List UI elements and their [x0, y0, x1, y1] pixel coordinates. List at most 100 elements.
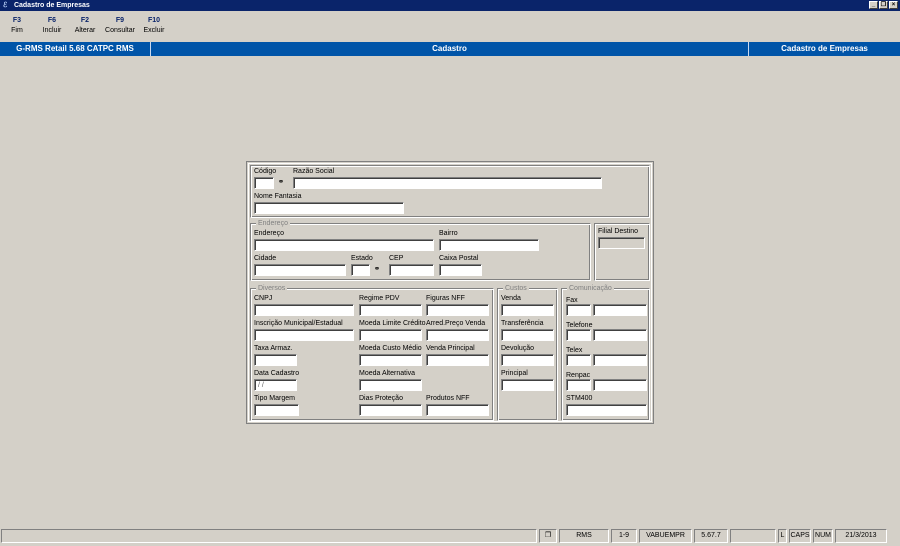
status-message: [1, 529, 537, 543]
fim-button[interactable]: F3 Fim: [8, 16, 26, 36]
alterar-button[interactable]: F2 Alterar: [73, 16, 97, 36]
moeda-limite-input[interactable]: [359, 329, 422, 341]
cep-input[interactable]: [389, 264, 434, 276]
arred-preco-input[interactable]: [426, 329, 489, 341]
close-icon[interactable]: ×: [889, 1, 898, 9]
excluir-button[interactable]: F10 Excluir: [142, 16, 166, 36]
taxa-armaz-input[interactable]: [254, 354, 297, 366]
excluir-key: F10: [147, 17, 161, 24]
consultar-label: Consultar: [105, 27, 135, 34]
endereco-input[interactable]: [254, 239, 434, 251]
incluir-button[interactable]: F6 Incluir: [40, 16, 64, 36]
produtos-nff-input[interactable]: [426, 404, 489, 416]
tipo-margem-label: Tipo Margem: [254, 395, 295, 402]
consultar-key: F9: [115, 17, 125, 24]
devolucao-label: Devolução: [501, 345, 535, 352]
function-key-toolbar: F3 Fim F6 Incluir F2 Alterar F9 Consulta…: [0, 12, 900, 40]
venda-input[interactable]: [501, 304, 554, 316]
inscricao-input[interactable]: [254, 329, 354, 341]
produtos-nff-label: Produtos NFF: [426, 395, 470, 402]
cnpj-label: CNPJ: [254, 295, 273, 302]
status-version: 5.67.7: [694, 529, 728, 543]
figuras-nff-label: Figuras NFF: [426, 295, 465, 302]
caixa-postal-input[interactable]: [439, 264, 482, 276]
stm400-label: STM400: [566, 395, 593, 402]
arred-preco-label: Arred.Preço Venda: [426, 320, 486, 327]
taxa-armaz-label: Taxa Armaz.: [254, 345, 293, 352]
fax-input[interactable]: [593, 304, 647, 316]
status-program: VABUEMPR: [639, 529, 692, 543]
data-cadastro-label: Data Cadastro: [254, 370, 300, 377]
comunicacao-group-legend: Comunicação: [567, 284, 614, 293]
cidade-input[interactable]: [254, 264, 346, 276]
regime-pdv-input[interactable]: [359, 304, 422, 316]
razao-social-input[interactable]: [293, 177, 602, 189]
telefone-ddd-input[interactable]: [566, 329, 591, 341]
venda-label: Venda: [501, 295, 521, 302]
nome-fantasia-input[interactable]: [254, 202, 404, 214]
data-cadastro-input[interactable]: / /: [254, 379, 297, 391]
razao-social-label: Razão Social: [293, 168, 335, 175]
renpac-ddd-input[interactable]: [566, 379, 591, 391]
title-bar: ℰ Cadastro de Empresas _ ❐ ×: [0, 0, 900, 11]
venda-principal-input[interactable]: [426, 354, 489, 366]
devolucao-input[interactable]: [501, 354, 554, 366]
filial-destino-input[interactable]: [598, 237, 645, 249]
window-controls: _ ❐ ×: [869, 1, 898, 9]
status-blank: [730, 529, 776, 543]
fax-ddd-input[interactable]: [566, 304, 591, 316]
dias-protecao-label: Dias Proteção: [359, 395, 403, 402]
bairro-input[interactable]: [439, 239, 539, 251]
diversos-group-legend: Diversos: [256, 284, 288, 293]
restore-icon[interactable]: ❐: [879, 1, 888, 9]
estado-input[interactable]: [351, 264, 370, 276]
codigo-input[interactable]: [254, 177, 274, 189]
estado-lookup-icon[interactable]: ⚭: [370, 264, 384, 276]
principal-label: Principal: [501, 370, 528, 377]
inscricao-label: Inscrição Municipal/Estadual: [254, 320, 343, 327]
estado-label: Estado: [351, 255, 373, 262]
endereco-group-legend: Endereço: [256, 219, 290, 228]
moeda-alternativa-label: Moeda Alternativa: [359, 370, 416, 377]
moeda-alternativa-input[interactable]: [359, 379, 422, 391]
status-range: 1-9: [611, 529, 637, 543]
status-bar: ❐ RMS 1-9 VABUEMPR 5.67.7 L CAPS NUM 21/…: [0, 529, 900, 544]
incluir-key: F6: [47, 17, 57, 24]
moeda-limite-label: Moeda Limite Crédito: [359, 320, 426, 327]
screen-title: Cadastro de Empresas: [781, 44, 868, 53]
telex-ddd-input[interactable]: [566, 354, 591, 366]
status-l: L: [778, 529, 787, 543]
codigo-lookup-icon[interactable]: ⚭: [274, 177, 288, 189]
figuras-nff-input[interactable]: [426, 304, 489, 316]
module-header: G-RMS Retail 5.68 CATPC RMS Cadastro Cad…: [0, 42, 900, 56]
app-icon: ℰ: [3, 2, 8, 9]
dias-protecao-input[interactable]: [359, 404, 422, 416]
principal-input[interactable]: [501, 379, 554, 391]
consultar-button[interactable]: F9 Consultar: [104, 16, 136, 36]
status-num: NUM: [813, 529, 833, 543]
codigo-label: Código: [254, 168, 277, 175]
fim-key: F3: [12, 17, 22, 24]
renpac-input[interactable]: [593, 379, 647, 391]
fim-label: Fim: [11, 27, 23, 34]
cep-label: CEP: [389, 255, 404, 262]
transferencia-input[interactable]: [501, 329, 554, 341]
nome-fantasia-label: Nome Fantasia: [254, 193, 302, 200]
stm400-input[interactable]: [566, 404, 647, 416]
cnpj-input[interactable]: [254, 304, 354, 316]
status-caps: CAPS: [789, 529, 811, 543]
app-version: G-RMS Retail 5.68 CATPC RMS: [0, 42, 151, 56]
incluir-label: Incluir: [42, 27, 62, 34]
telefone-input[interactable]: [593, 329, 647, 341]
tipo-margem-input[interactable]: [254, 404, 299, 416]
minimize-icon[interactable]: _: [869, 1, 878, 9]
moeda-custo-label: Moeda Custo Médio: [359, 345, 422, 352]
section-title: Cadastro: [151, 42, 749, 56]
status-system: RMS: [559, 529, 609, 543]
transferencia-label: Transferência: [501, 320, 544, 327]
regime-pdv-label: Regime PDV: [359, 295, 400, 302]
telex-input[interactable]: [593, 354, 647, 366]
moeda-custo-input[interactable]: [359, 354, 422, 366]
window-title: Cadastro de Empresas: [13, 2, 90, 9]
alterar-label: Alterar: [74, 27, 96, 34]
